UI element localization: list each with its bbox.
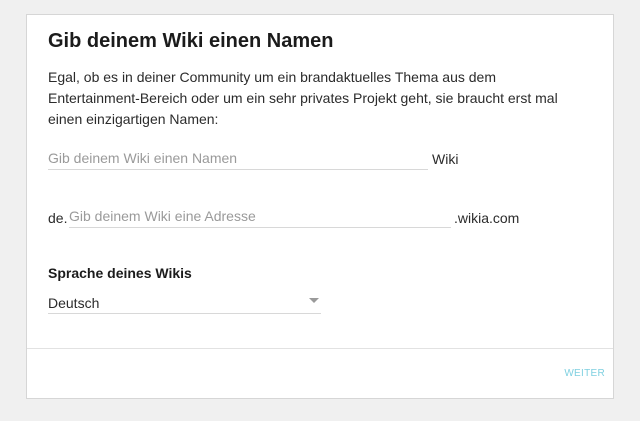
wiki-address-input[interactable] [69, 206, 451, 226]
wiki-name-field[interactable] [48, 148, 428, 170]
wiki-address-field[interactable] [69, 206, 451, 228]
wiki-address-prefix: de. [48, 210, 68, 226]
wiki-address-suffix: .wikia.com [454, 210, 520, 226]
wiki-name-suffix: Wiki [432, 151, 459, 167]
wiki-name-input[interactable] [48, 148, 428, 168]
language-label: Sprache deines Wikis [48, 265, 192, 281]
create-wiki-card: Gib deinem Wiki einen Namen Egal, ob es … [26, 14, 614, 399]
intro-text: Egal, ob es in deiner Community um ein b… [48, 69, 558, 127]
chevron-down-icon [309, 298, 319, 303]
footer-divider [27, 348, 613, 349]
language-select[interactable]: Deutsch [48, 293, 321, 314]
page-title: Gib deinem Wiki einen Namen [48, 30, 334, 52]
language-selected-value: Deutsch [48, 295, 100, 311]
next-button[interactable]: WEITER [564, 368, 605, 379]
